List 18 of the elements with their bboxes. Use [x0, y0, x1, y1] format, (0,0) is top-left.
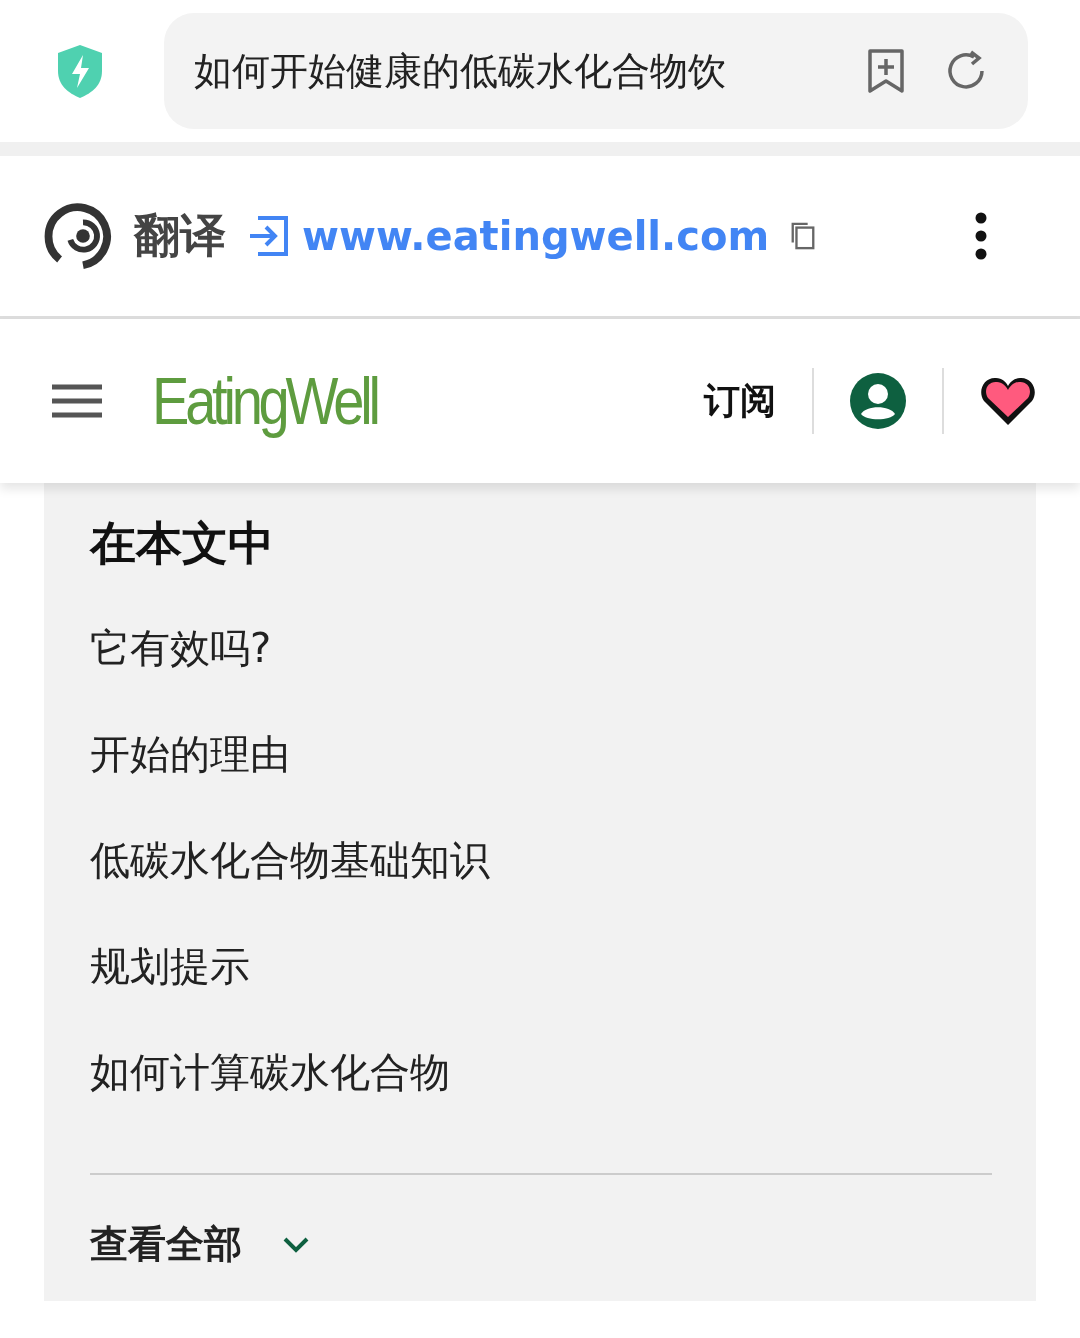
- toc-link[interactable]: 低碳水化合物基础知识: [90, 833, 992, 939]
- address-text: 如何开始健康的低碳水化合物饮: [194, 47, 727, 95]
- menu-icon[interactable]: [52, 384, 102, 418]
- toc-link[interactable]: 它有效吗?: [90, 621, 992, 727]
- account-icon[interactable]: [850, 373, 906, 429]
- address-bar[interactable]: 如何开始健康的低碳水化合物饮: [164, 13, 1028, 129]
- bookmark-add-icon[interactable]: [866, 47, 906, 95]
- site-url[interactable]: www.eatingwell.com: [302, 213, 770, 259]
- more-icon[interactable]: [974, 212, 988, 260]
- toc-link[interactable]: 如何计算碳水化合物: [90, 1045, 992, 1151]
- toc-link[interactable]: 开始的理由: [90, 727, 992, 833]
- heart-icon[interactable]: [980, 375, 1036, 427]
- subscribe-link[interactable]: 订阅: [704, 376, 776, 426]
- translate-label: 翻译: [134, 207, 226, 264]
- view-all-button[interactable]: 查看全部: [90, 1219, 310, 1270]
- toc-link[interactable]: 规划提示: [90, 939, 992, 1045]
- shield-icon: [56, 43, 104, 99]
- toc-title: 在本文中: [90, 515, 275, 572]
